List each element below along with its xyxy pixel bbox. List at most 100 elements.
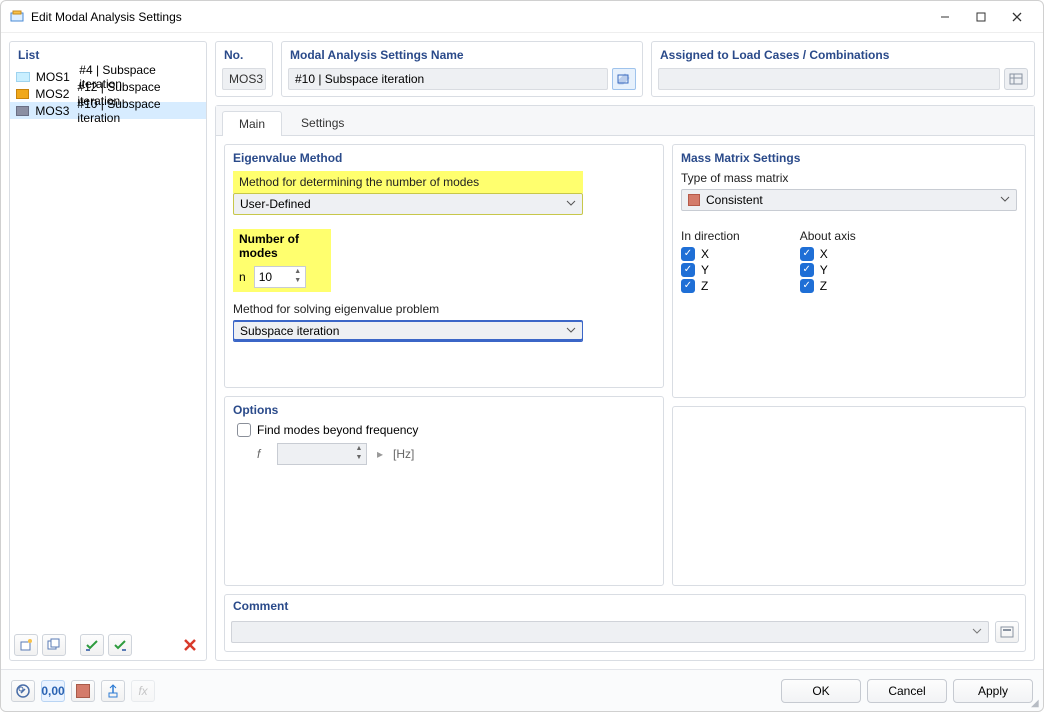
frequency-unit: [Hz] bbox=[393, 447, 414, 461]
apply-button[interactable]: Apply bbox=[953, 679, 1033, 703]
solver-label: Method for solving eigenvalue problem bbox=[233, 302, 655, 316]
swatch-icon bbox=[16, 89, 29, 99]
mass-type-label: Type of mass matrix bbox=[681, 171, 1017, 185]
ok-button[interactable]: OK bbox=[781, 679, 861, 703]
list-item-code: MOS3 bbox=[35, 104, 71, 118]
close-button[interactable] bbox=[999, 5, 1035, 29]
list-item-label: #10 | Subspace iteration bbox=[77, 97, 200, 125]
no-header: No. bbox=[216, 42, 272, 66]
f-symbol: f bbox=[257, 447, 267, 461]
modes-row: n 10 ▲▼ bbox=[233, 263, 331, 292]
check-a-button[interactable] bbox=[80, 634, 104, 656]
method-select[interactable]: User-Defined bbox=[233, 193, 583, 215]
modes-spinner[interactable]: 10 ▲▼ bbox=[254, 266, 306, 288]
minimize-button[interactable] bbox=[927, 5, 963, 29]
find-modes-checkbox[interactable] bbox=[237, 423, 251, 437]
mass-section: Mass Matrix Settings Type of mass matrix… bbox=[672, 144, 1026, 398]
method-label: Method for determining the number of mod… bbox=[233, 171, 583, 193]
axis-y-checkbox[interactable] bbox=[800, 263, 814, 277]
comment-panel: Comment bbox=[224, 594, 1026, 652]
no-panel: No. MOS3 bbox=[215, 41, 273, 97]
help-button[interactable] bbox=[11, 680, 35, 702]
left-column: List MOS1 #4 | Subspace iteration MOS2 #… bbox=[9, 41, 207, 661]
comment-edit-button[interactable] bbox=[995, 621, 1019, 643]
assigned-header: Assigned to Load Cases / Combinations bbox=[652, 42, 1034, 66]
fx-button: fx bbox=[131, 680, 155, 702]
options-section: Options Find modes beyond frequency f bbox=[224, 396, 664, 586]
dir-z-checkbox[interactable] bbox=[681, 279, 695, 293]
mass-swatch-icon bbox=[688, 194, 700, 206]
eigenvalue-section: Eigenvalue Method Method for determining… bbox=[224, 144, 664, 388]
blank-section bbox=[672, 406, 1026, 586]
list-panel: List MOS1 #4 | Subspace iteration MOS2 #… bbox=[9, 41, 207, 661]
arrow-right-icon: ▸ bbox=[377, 447, 383, 461]
statusbar: 0,00 fx OK Cancel Apply bbox=[1, 669, 1043, 711]
modes-label: Number of modes bbox=[233, 229, 331, 263]
comment-combobox[interactable] bbox=[231, 621, 989, 643]
tab-content-main: Eigenvalue Method Method for determining… bbox=[216, 136, 1034, 660]
window-title: Edit Modal Analysis Settings bbox=[31, 10, 182, 24]
dir-y-checkbox[interactable] bbox=[681, 263, 695, 277]
assigned-panel: Assigned to Load Cases / Combinations bbox=[651, 41, 1035, 97]
copy-item-button[interactable] bbox=[42, 634, 66, 656]
tab-settings[interactable]: Settings bbox=[284, 110, 361, 135]
dialog-body: List MOS1 #4 | Subspace iteration MOS2 #… bbox=[1, 33, 1043, 669]
delete-item-button[interactable] bbox=[178, 634, 202, 656]
swatch-icon bbox=[16, 72, 30, 82]
dialog-window: Edit Modal Analysis Settings List MOS1 #… bbox=[0, 0, 1044, 712]
no-field: MOS3 bbox=[222, 68, 266, 90]
new-item-button[interactable] bbox=[14, 634, 38, 656]
swatch-icon bbox=[16, 106, 29, 116]
dir-x-checkbox[interactable] bbox=[681, 247, 695, 261]
tabs: Main Settings bbox=[216, 106, 1034, 136]
axis-z-checkbox[interactable] bbox=[800, 279, 814, 293]
app-icon bbox=[9, 9, 25, 25]
frequency-spinner: ▲▼ bbox=[277, 443, 367, 465]
resize-grip[interactable]: ◢ bbox=[1031, 699, 1041, 709]
name-header: Modal Analysis Settings Name bbox=[282, 42, 642, 66]
color-swatch-icon bbox=[76, 684, 90, 698]
comment-header: Comment bbox=[225, 595, 1025, 617]
mass-header: Mass Matrix Settings bbox=[681, 151, 1017, 165]
axis-columns: In direction X Y Z About axis X Y bbox=[681, 229, 1017, 295]
right-area: No. MOS3 Modal Analysis Settings Name #1… bbox=[215, 41, 1035, 661]
axis-x-checkbox[interactable] bbox=[800, 247, 814, 261]
tabs-panel: Main Settings Eigenvalue Method Method f… bbox=[215, 105, 1035, 661]
eigen-header: Eigenvalue Method bbox=[233, 151, 655, 165]
titlebar: Edit Modal Analysis Settings bbox=[1, 1, 1043, 33]
name-panel: Modal Analysis Settings Name #10 | Subsp… bbox=[281, 41, 643, 97]
frequency-row: f ▲▼ ▸ [Hz] bbox=[237, 443, 655, 465]
name-field[interactable]: #10 | Subspace iteration bbox=[288, 68, 608, 90]
tab-main[interactable]: Main bbox=[222, 111, 282, 136]
check-b-button[interactable] bbox=[108, 634, 132, 656]
assigned-browse-button[interactable] bbox=[1004, 68, 1028, 90]
decimals-button[interactable]: 0,00 bbox=[41, 680, 65, 702]
mass-type-select[interactable]: Consistent bbox=[681, 189, 1017, 211]
list-item-code: MOS2 bbox=[35, 87, 71, 101]
solver-select[interactable]: Subspace iteration bbox=[233, 320, 583, 342]
chevron-down-icon bbox=[1000, 194, 1010, 204]
spinner-buttons[interactable]: ▲▼ bbox=[292, 268, 304, 286]
top-row: No. MOS3 Modal Analysis Settings Name #1… bbox=[215, 41, 1035, 97]
direction-col: In direction X Y Z bbox=[681, 229, 740, 295]
color-button[interactable] bbox=[71, 680, 95, 702]
tool-a-button[interactable] bbox=[101, 680, 125, 702]
axis-label: About axis bbox=[800, 229, 856, 243]
cancel-button[interactable]: Cancel bbox=[867, 679, 947, 703]
chevron-down-icon bbox=[972, 626, 982, 636]
rename-button[interactable] bbox=[612, 68, 636, 90]
list-item[interactable]: MOS3 #10 | Subspace iteration bbox=[10, 102, 206, 119]
direction-label: In direction bbox=[681, 229, 740, 243]
list-item-code: MOS1 bbox=[36, 70, 73, 84]
list-body: MOS1 #4 | Subspace iteration MOS2 #12 | … bbox=[10, 66, 206, 630]
find-modes-checkbox-row: Find modes beyond frequency bbox=[237, 423, 655, 437]
axis-col: About axis X Y Z bbox=[800, 229, 856, 295]
maximize-button[interactable] bbox=[963, 5, 999, 29]
n-symbol: n bbox=[239, 270, 246, 284]
list-toolbar bbox=[10, 630, 206, 660]
options-header: Options bbox=[233, 403, 655, 417]
chevron-down-icon bbox=[566, 325, 576, 335]
assigned-field[interactable] bbox=[658, 68, 1000, 90]
chevron-down-icon bbox=[566, 198, 576, 208]
find-modes-label: Find modes beyond frequency bbox=[257, 423, 418, 437]
